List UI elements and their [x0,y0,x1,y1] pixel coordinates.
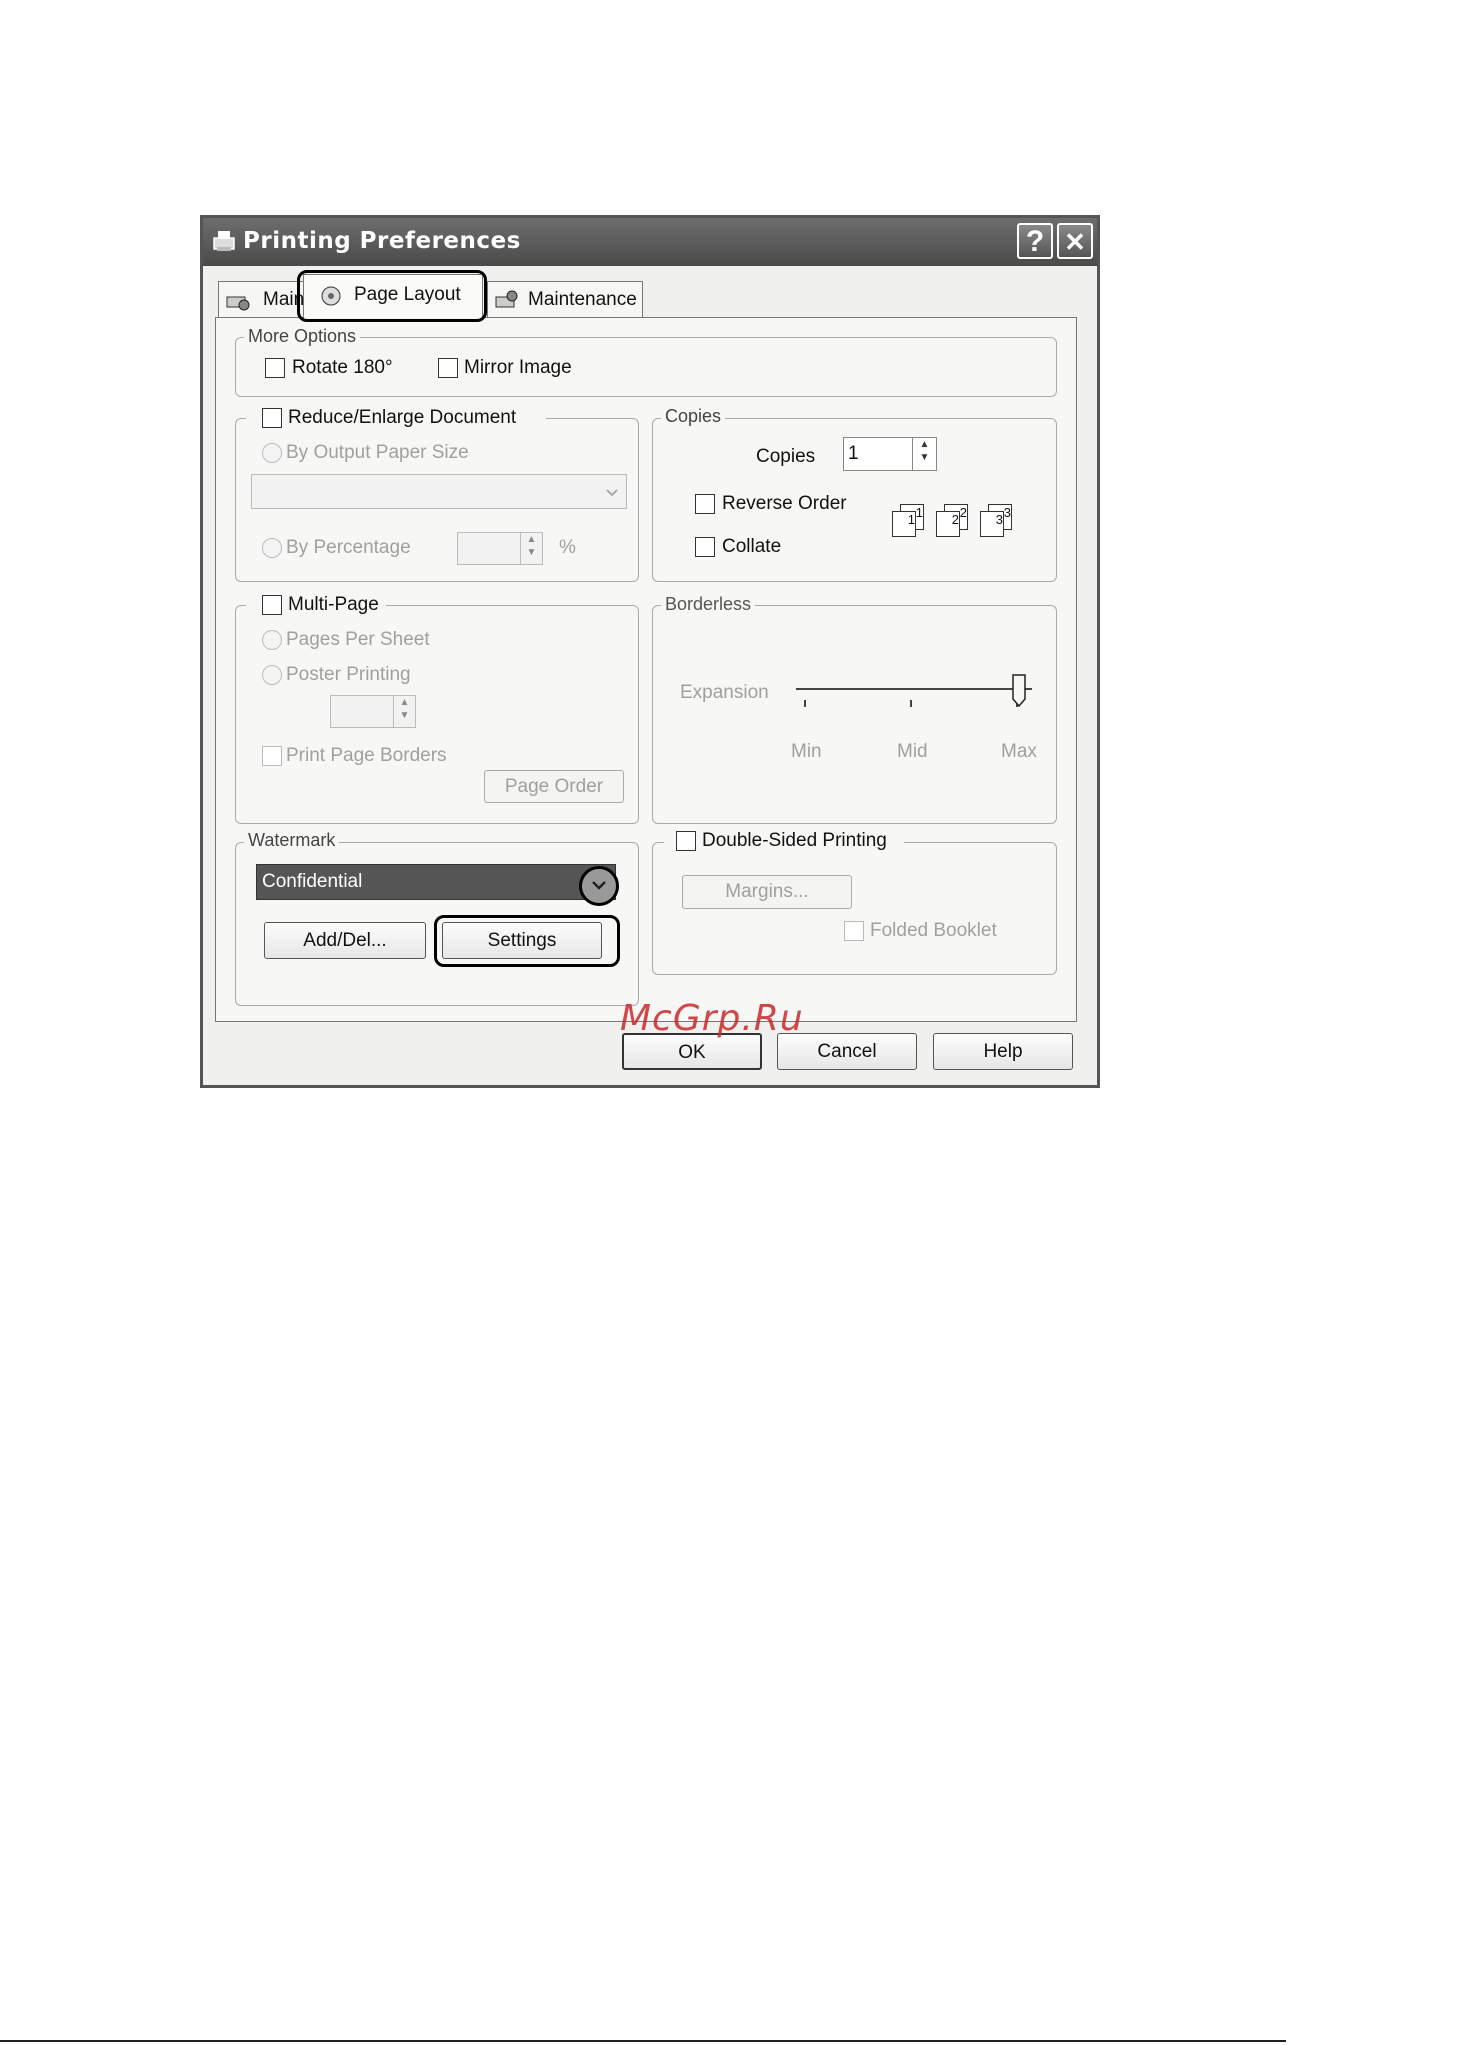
slider-min-label: Min [791,741,822,762]
mirror-image-label: Mirror Image [464,357,572,378]
page-icon: 1 [892,511,916,537]
rotate-180-label: Rotate 180° [292,357,393,378]
more-options-label: More Options [244,326,361,347]
print-page-borders-label: Print Page Borders [286,745,447,766]
page-icon: 2 [936,511,960,537]
poster-printing-label: Poster Printing [286,664,411,685]
double-sided-label: Double-Sided Printing [702,830,887,851]
rotate-180-checkbox[interactable] [265,358,285,378]
page-layout-tab-highlight [297,270,487,322]
chevron-down-icon [606,489,618,497]
expansion-slider-thumb[interactable] [1010,673,1028,709]
dialog-title: Printing Preferences [243,228,521,254]
add-del-button[interactable]: Add/Del... [264,922,426,959]
multi-page-checkbox[interactable] [262,595,282,615]
reduce-enlarge-label: Reduce/Enlarge Document [288,407,517,428]
printer-gear-icon [226,296,250,311]
slider-mid-label: Mid [897,741,928,762]
margins-button[interactable]: Margins... [682,875,852,909]
spinner-arrows-icon[interactable]: ▲ ▼ [393,696,415,727]
reduce-enlarge-checkbox[interactable] [262,408,282,428]
tab-maintenance[interactable]: Maintenance [487,281,643,317]
copies-spinner[interactable]: 1 ▲ ▼ [843,437,937,471]
tab-maintenance-label: Maintenance [528,289,637,310]
double-sided-checkbox[interactable] [676,831,696,851]
reverse-order-label: Reverse Order [722,493,847,514]
folded-booklet-checkbox[interactable] [844,921,864,941]
copies-value: 1 [848,443,859,464]
watermark-select[interactable]: Confidential [256,864,616,900]
spinner-arrows-icon[interactable]: ▲ ▼ [912,438,936,470]
site-watermark: McGrp.Ru [620,998,804,1039]
page-order-button[interactable]: Page Order [484,770,624,803]
pages-per-sheet-label: Pages Per Sheet [286,629,430,650]
by-percentage-label: By Percentage [286,537,411,558]
borderless-label: Borderless [661,594,756,615]
maintenance-icon [495,290,518,308]
title-bar: Printing Preferences ? ✕ [203,218,1097,266]
copies-label: Copies [756,446,816,467]
printing-preferences-dialog: Printing Preferences ? ✕ Main Page Layou… [200,215,1100,1088]
page-layout-panel: More Options Rotate 180° Mirror Image Re… [215,317,1077,1022]
percent-unit: % [559,537,576,558]
page-bottom-rule [0,2040,1286,2042]
slider-max-label: Max [1001,741,1037,762]
reverse-order-checkbox[interactable] [695,494,715,514]
by-percentage-radio[interactable] [262,538,282,558]
by-output-paper-size-label: By Output Paper Size [286,442,469,463]
spinner-arrows-icon[interactable]: ▲ ▼ [520,533,542,564]
pages-per-sheet-radio[interactable] [262,630,282,650]
multi-page-label: Multi-Page [288,594,379,615]
watermark-dropdown-button[interactable] [579,866,619,906]
poster-spinner[interactable]: ▲ ▼ [330,695,416,728]
expansion-label: Expansion [680,682,769,703]
percentage-spinner[interactable]: ▲ ▼ [457,532,543,565]
slider-tick-mid [910,700,912,707]
help-title-button[interactable]: ? [1017,223,1053,259]
watermark-selected-value: Confidential [262,871,363,892]
page-icon: 3 [980,511,1004,537]
print-page-borders-checkbox[interactable] [262,746,282,766]
collate-label: Collate [722,536,782,557]
slider-tick-min [804,700,806,707]
settings-button-highlight [434,915,620,967]
expansion-slider-track[interactable] [796,688,1032,690]
folded-booklet-label: Folded Booklet [870,920,997,941]
by-output-paper-size-radio[interactable] [262,443,282,463]
mirror-image-checkbox[interactable] [438,358,458,378]
close-button[interactable]: ✕ [1057,223,1093,259]
borderless-group [652,605,1057,824]
copies-group-label: Copies [661,406,726,427]
chevron-down-icon [592,881,606,890]
watermark-label: Watermark [244,830,340,851]
help-button[interactable]: Help [933,1033,1073,1070]
poster-printing-radio[interactable] [262,665,282,685]
output-paper-size-select[interactable] [251,474,627,509]
collate-pages-icon: 1 1 2 2 3 3 [892,504,1022,538]
collate-checkbox[interactable] [695,537,715,557]
printer-icon [213,231,235,251]
